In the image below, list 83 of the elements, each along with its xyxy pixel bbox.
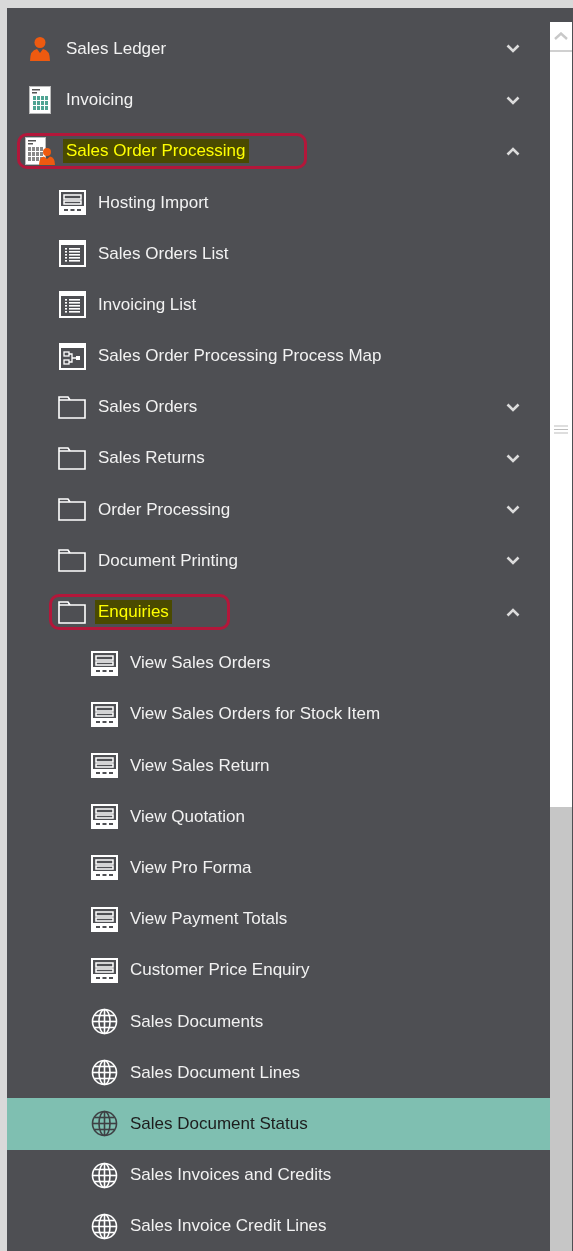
globe-icon xyxy=(90,1161,118,1189)
item-label: Customer Price Enquiry xyxy=(129,959,311,982)
item-label: Hosting Import xyxy=(97,191,210,214)
chevron-down-icon[interactable] xyxy=(506,454,520,463)
scroll-thumb[interactable] xyxy=(550,52,572,807)
nav-item[interactable]: Sales Orders xyxy=(7,381,550,433)
selected-nav-item[interactable]: Sales Document Status xyxy=(7,1098,550,1150)
item-label: View Sales Orders xyxy=(129,652,272,675)
nav-item[interactable]: Enquiries xyxy=(7,586,550,638)
chevron-down-icon[interactable] xyxy=(506,505,520,515)
form-icon xyxy=(58,190,86,216)
nav-item[interactable]: Customer Price Enquiry xyxy=(7,944,550,996)
nav-item[interactable]: View Sales Return xyxy=(7,740,550,792)
folder-icon xyxy=(58,395,86,419)
nav-item[interactable]: Sales Invoice Credit Lines xyxy=(7,1200,550,1251)
form-icon xyxy=(90,855,118,881)
nav-item[interactable]: View Sales Orders for Stock Item xyxy=(7,688,550,740)
chevron-down-icon[interactable] xyxy=(506,556,520,566)
item-label: View Pro Forma xyxy=(129,857,253,879)
list-icon xyxy=(58,240,86,268)
calculator-icon xyxy=(29,86,51,115)
chevron-down-icon[interactable] xyxy=(506,402,520,412)
calculator-person-icon xyxy=(25,137,55,166)
list-icon xyxy=(58,291,86,319)
grip-icon xyxy=(554,425,568,434)
nav-item[interactable]: Order Processing xyxy=(7,484,550,536)
folder-icon xyxy=(58,498,86,522)
nav-item[interactable]: Sales Document Lines xyxy=(7,1047,550,1099)
nav-item[interactable]: View Sales Orders xyxy=(7,637,550,689)
person-icon xyxy=(29,36,51,62)
nav-item[interactable]: Sales Ledger xyxy=(7,23,550,75)
item-label: View Quotation xyxy=(129,805,246,828)
nav-item[interactable]: Document Printing xyxy=(7,535,550,587)
form-icon xyxy=(90,957,118,983)
item-label: Order Processing xyxy=(97,498,232,521)
nav-item[interactable]: Sales Order Processing Process Map xyxy=(7,330,550,382)
nav-item[interactable]: Sales Documents xyxy=(7,995,550,1048)
form-icon xyxy=(90,906,118,932)
form-icon xyxy=(90,650,118,676)
item-label: View Sales Return xyxy=(129,754,271,777)
process-map-icon xyxy=(58,342,86,370)
chevron-down-icon[interactable] xyxy=(506,95,520,105)
item-label: Sales Ledger xyxy=(65,38,168,60)
item-label: Sales Documents xyxy=(129,1010,265,1033)
form-icon xyxy=(90,753,118,779)
folder-icon xyxy=(58,549,86,573)
item-label: Sales Order Processing xyxy=(63,139,249,164)
nav-item[interactable]: View Payment Totals xyxy=(7,893,550,945)
item-label: Document Printing xyxy=(97,549,239,572)
chevron-up-icon[interactable] xyxy=(506,607,520,617)
item-label: Sales Document Lines xyxy=(129,1061,302,1084)
item-label: View Payment Totals xyxy=(129,908,289,931)
globe-icon xyxy=(90,1008,118,1036)
chevron-up-icon[interactable] xyxy=(506,146,520,156)
form-icon xyxy=(90,804,118,830)
nav-item[interactable]: Sales Returns xyxy=(7,432,550,485)
item-label: Sales Order Processing Process Map xyxy=(97,345,383,368)
item-label: Invoicing List xyxy=(97,293,198,316)
nav-item[interactable]: View Pro Forma xyxy=(7,842,550,894)
nav-item[interactable]: Invoicing xyxy=(7,74,550,126)
chevron-up-icon xyxy=(554,32,568,40)
globe-icon xyxy=(90,1212,118,1240)
item-label: Sales Invoices and Credits xyxy=(129,1164,333,1187)
chevron-down-icon[interactable] xyxy=(506,44,520,54)
item-label: Sales Document Status xyxy=(129,1112,309,1135)
globe-icon xyxy=(90,1110,118,1138)
nav-item[interactable]: Hosting Import xyxy=(7,176,550,229)
folder-icon xyxy=(58,600,86,624)
nav-item[interactable]: Invoicing List xyxy=(7,279,550,331)
item-label: View Sales Orders for Stock Item xyxy=(129,703,382,726)
item-label: Enquiries xyxy=(95,600,172,625)
folder-icon xyxy=(58,447,86,470)
item-label: Sales Orders xyxy=(97,396,199,419)
nav-item[interactable]: Sales Orders List xyxy=(7,228,550,280)
globe-icon xyxy=(90,1059,118,1087)
nav-item[interactable]: View Quotation xyxy=(7,791,550,843)
nav-item[interactable]: Sales Order Processing xyxy=(7,125,550,177)
item-label: Sales Returns xyxy=(97,447,206,470)
nav-item[interactable]: Sales Invoices and Credits xyxy=(7,1149,550,1201)
item-label: Invoicing xyxy=(65,89,135,112)
item-label: Sales Invoice Credit Lines xyxy=(129,1215,328,1238)
form-icon xyxy=(90,701,118,727)
item-label: Sales Orders List xyxy=(97,242,230,265)
